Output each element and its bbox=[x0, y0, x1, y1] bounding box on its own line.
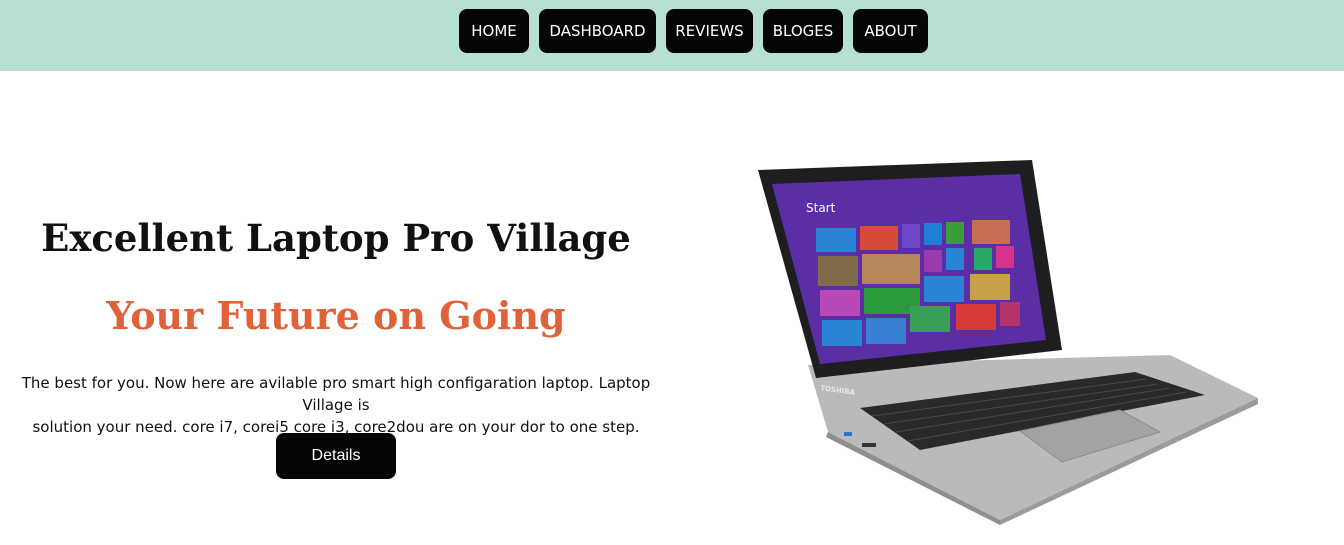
windows-tiles bbox=[816, 220, 1020, 346]
details-button[interactable]: Details bbox=[276, 433, 396, 479]
nav-dashboard-button[interactable]: DASHBOARD bbox=[539, 9, 656, 53]
nav-home-button[interactable]: HOME bbox=[459, 9, 529, 53]
nav-about-button[interactable]: ABOUT bbox=[853, 9, 928, 53]
hero-description: The best for you. Now here are avilable … bbox=[0, 372, 672, 438]
hero-title: Excellent Laptop Pro Village bbox=[41, 216, 631, 260]
laptop-image: Start TOSHIBA bbox=[758, 160, 1258, 525]
top-navbar: HOME DASHBOARD REVIEWS BLOGES ABOUT bbox=[0, 0, 1344, 71]
hero-description-line-1: The best for you. Now here are avilable … bbox=[21, 374, 651, 414]
nav-bloges-button[interactable]: BLOGES bbox=[763, 9, 843, 53]
nav-reviews-button[interactable]: REVIEWS bbox=[666, 9, 753, 53]
hero-subtitle: Your Future on Going bbox=[106, 293, 566, 338]
screen-start-label: Start bbox=[806, 201, 836, 215]
